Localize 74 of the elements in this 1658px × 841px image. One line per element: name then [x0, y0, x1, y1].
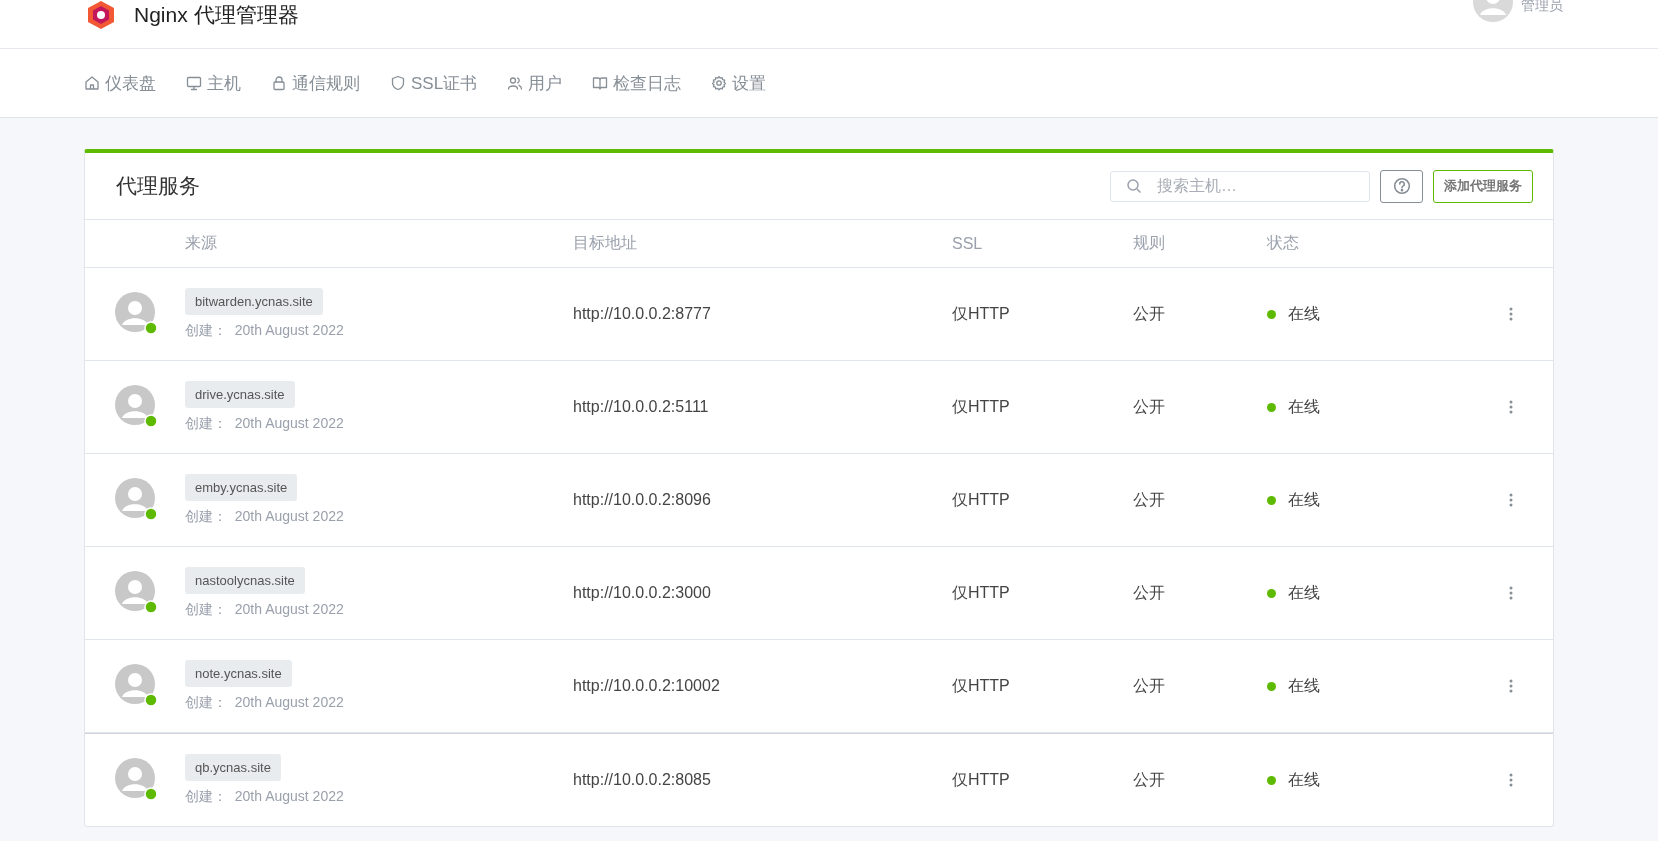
access-rule: 公开 [1133, 675, 1166, 696]
column-header: 规则 [1133, 233, 1166, 253]
access-rule: 公开 [1133, 489, 1166, 510]
nav-link[interactable]: 检查日志 [592, 71, 682, 95]
more-options-icon[interactable] [1507, 677, 1515, 695]
created-date: 创建： 20th August 2022 [185, 415, 344, 433]
users-icon [507, 75, 524, 91]
nav-link[interactable]: 设置 [711, 71, 767, 95]
search-icon [1126, 177, 1142, 194]
target-address: http://10.0.0.2:5111 [573, 398, 710, 416]
lock-icon [271, 75, 287, 91]
domain-tag[interactable]: qb.ycnas.site [185, 754, 281, 781]
target-address: http://10.0.0.2:8096 [573, 491, 712, 509]
column-header: 来源 [185, 233, 218, 253]
domain-tag[interactable]: note.ycnas.site [185, 660, 292, 687]
target-address: http://10.0.0.2:3000 [573, 584, 712, 602]
more-options-icon[interactable] [1507, 584, 1515, 602]
avatar-icon [115, 385, 159, 429]
column-header: SSL [952, 234, 984, 253]
ssl-status: 仅HTTP [952, 769, 1011, 790]
access-rule: 公开 [1133, 769, 1166, 790]
more-options-icon[interactable] [1507, 491, 1515, 509]
avatar-icon [115, 571, 159, 615]
access-rule: 公开 [1133, 303, 1166, 324]
created-date: 创建： 20th August 2022 [185, 694, 344, 712]
add-proxy-button[interactable]: 添加代理服务 [1433, 169, 1533, 203]
domain-tag[interactable]: bitwarden.ycnas.site [185, 288, 323, 315]
access-rule: 公开 [1133, 396, 1166, 417]
status-text: 在线 [1288, 489, 1320, 510]
created-date: 创建： 20th August 2022 [185, 788, 344, 806]
column-header: 目标地址 [573, 233, 638, 253]
help-button[interactable] [1380, 169, 1423, 203]
column-header: 状态 [1267, 233, 1300, 253]
ssl-status: 仅HTTP [952, 675, 1011, 696]
card-title: 代理服务 [116, 173, 200, 199]
status-text: 在线 [1288, 396, 1320, 417]
target-address: http://10.0.0.2:8085 [573, 771, 712, 789]
monitor-icon [186, 75, 202, 91]
avatar-icon [115, 758, 159, 802]
nav-link[interactable]: 用户 [507, 71, 563, 95]
settings-icon [711, 75, 728, 91]
nav-link[interactable]: 仪表盘 [84, 71, 156, 95]
nav-link[interactable]: 通信规则 [271, 71, 360, 95]
domain-tag[interactable]: emby.ycnas.site [185, 474, 298, 501]
status-text: 在线 [1288, 769, 1320, 790]
nav-link[interactable]: 主机 [186, 71, 241, 95]
target-address: http://10.0.0.2:10002 [573, 677, 721, 695]
more-options-icon[interactable] [1507, 398, 1515, 416]
help-icon [1392, 177, 1411, 195]
app-title: Nginx 代理管理器 [134, 2, 299, 28]
target-address: http://10.0.0.2:8777 [573, 305, 712, 323]
ssl-status: 仅HTTP [952, 582, 1011, 603]
created-date: 创建： 20th August 2022 [185, 601, 344, 619]
access-rule: 公开 [1133, 582, 1166, 603]
status-text: 在线 [1288, 303, 1320, 324]
status-text: 在线 [1288, 675, 1320, 696]
ssl-status: 仅HTTP [952, 396, 1011, 417]
more-options-icon[interactable] [1507, 771, 1515, 789]
created-date: 创建： 20th August 2022 [185, 508, 344, 526]
book-icon [592, 75, 609, 91]
domain-tag[interactable]: nastoolycnas.site [185, 567, 305, 594]
nav-link[interactable]: SSL证书 [390, 71, 478, 95]
status-text: 在线 [1288, 582, 1320, 603]
avatar-icon [115, 292, 159, 336]
created-date: 创建： 20th August 2022 [185, 322, 344, 340]
home-icon [84, 75, 100, 91]
avatar-icon [115, 664, 159, 708]
ssl-status: 仅HTTP [952, 489, 1011, 510]
search-field[interactable]: 搜索主机… [1110, 170, 1370, 202]
domain-tag[interactable]: drive.ycnas.site [185, 381, 295, 408]
avatar-icon [115, 478, 159, 522]
shield-icon [390, 75, 406, 91]
ssl-status: 仅HTTP [952, 303, 1011, 324]
more-options-icon[interactable] [1507, 305, 1515, 323]
